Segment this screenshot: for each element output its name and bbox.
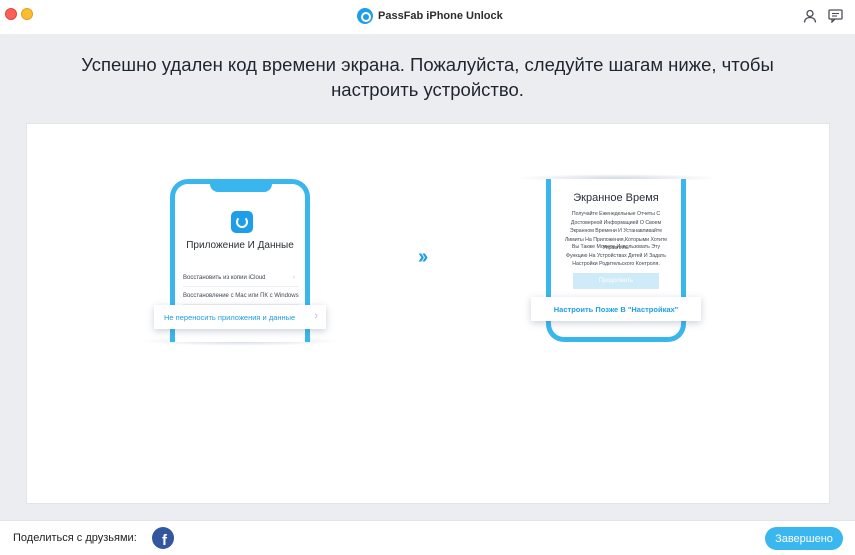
- divider: [183, 286, 299, 287]
- option-restore-icloud: Восстановить из копии iCloud: [183, 275, 266, 281]
- facebook-icon[interactable]: f: [152, 527, 174, 549]
- minimize-window-button[interactable]: [21, 8, 33, 20]
- headline-line-2: настроить устройство.: [331, 79, 524, 100]
- setup-later-callout: Настроить Позже В "Настройках": [531, 297, 701, 321]
- restore-icon: [231, 211, 253, 233]
- option-restore-mac-pc: Восстановление с Mac или ПК с Windows: [183, 293, 299, 299]
- share-label: Поделиться с друзьями:: [13, 532, 137, 544]
- app-title-text: PassFab iPhone Unlock: [378, 10, 503, 22]
- headline-line-1: Успешно удален код времени экрана. Пожал…: [81, 54, 774, 75]
- chevron-right-icon: ›: [293, 293, 295, 299]
- app-title: PassFab iPhone Unlock: [357, 7, 503, 25]
- dont-transfer-callout: Не переносить приложения и данные ›: [154, 305, 326, 329]
- app-logo-icon: [357, 8, 373, 24]
- dont-transfer-label: Не переносить приложения и данные: [164, 312, 296, 322]
- apps-data-title: Приложение И Данные: [186, 240, 294, 251]
- page-headline: Успешно удален код времени экрана. Пожал…: [30, 52, 825, 102]
- feedback-icon[interactable]: [828, 9, 844, 25]
- footer-bar: Поделиться с друзьями: f Завершено: [0, 520, 855, 555]
- close-window-button[interactable]: [5, 8, 17, 20]
- continue-button: Продолжить: [573, 273, 659, 289]
- instructions-panel: [26, 123, 830, 504]
- chevron-right-icon: ›: [293, 275, 295, 281]
- user-icon[interactable]: [803, 9, 819, 25]
- setup-later-label: Настроить Позже В "Настройках": [553, 304, 679, 314]
- screen-time-title: Экранное Время: [573, 192, 659, 204]
- phone-notch: [210, 184, 272, 192]
- title-bar: PassFab iPhone Unlock: [0, 0, 855, 34]
- double-chevron-right-icon: ››: [418, 246, 428, 268]
- chevron-right-icon: ›: [314, 310, 318, 322]
- screen-time-parental-text: Вы Также Можете Использовать Эту Функцию…: [566, 244, 666, 267]
- finish-button[interactable]: Завершено: [765, 527, 843, 550]
